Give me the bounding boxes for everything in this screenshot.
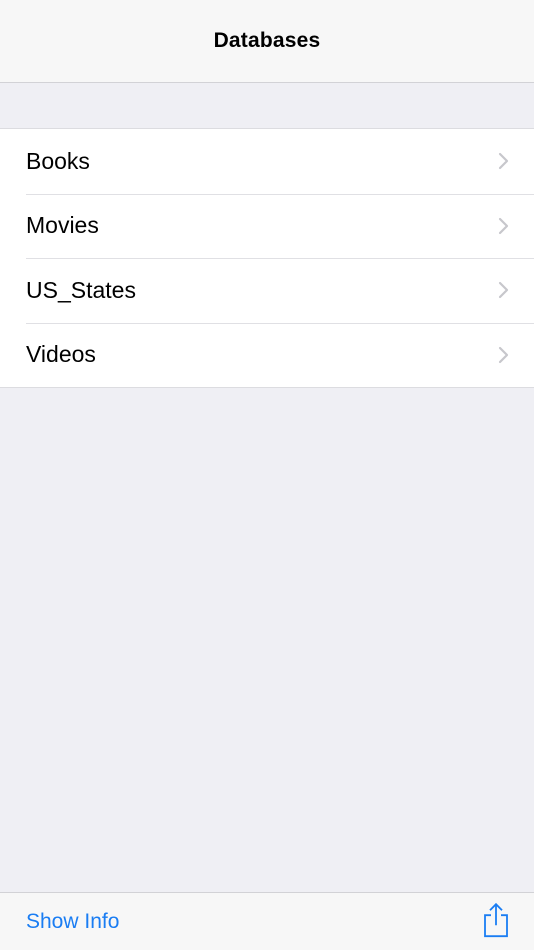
database-list: Books Movies US_States Videos: [0, 128, 534, 388]
show-info-button[interactable]: Show Info: [26, 910, 119, 934]
list-item-label: Movies: [26, 212, 99, 239]
list-item-label: Books: [26, 147, 90, 174]
list-item-movies[interactable]: Movies: [0, 193, 534, 259]
list-item-videos[interactable]: Videos: [0, 322, 534, 388]
chevron-right-icon: [498, 282, 509, 299]
share-icon[interactable]: [482, 902, 510, 938]
navigation-bar: Databases: [0, 0, 534, 83]
chevron-right-icon: [498, 217, 509, 234]
list-item-label: Videos: [26, 341, 96, 368]
list-item-label: US_States: [26, 276, 136, 303]
page-title: Databases: [213, 29, 321, 52]
chevron-right-icon: [498, 153, 509, 170]
list-item-books[interactable]: Books: [0, 129, 534, 194]
chevron-right-icon: [498, 346, 509, 363]
bottom-toolbar: Show Info: [0, 892, 534, 950]
list-item-us-states[interactable]: US_States: [0, 258, 534, 323]
